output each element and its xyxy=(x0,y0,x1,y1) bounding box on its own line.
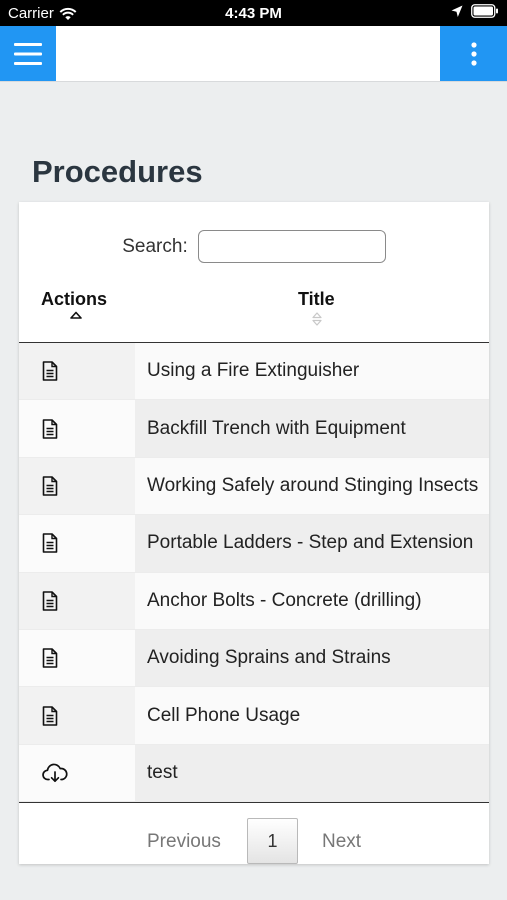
document-icon[interactable] xyxy=(42,705,58,726)
vertical-dots-icon xyxy=(470,41,477,66)
table-row[interactable]: Cell Phone Usage xyxy=(19,687,489,745)
menu-button[interactable] xyxy=(0,26,56,81)
action-cell[interactable] xyxy=(19,572,135,629)
action-cell[interactable] xyxy=(19,400,135,457)
action-cell[interactable] xyxy=(19,515,135,572)
next-page-button[interactable]: Next xyxy=(322,831,361,853)
document-icon[interactable] xyxy=(42,476,58,496)
status-right xyxy=(451,4,499,18)
action-cell[interactable] xyxy=(19,687,135,744)
procedure-title[interactable]: Using a Fire Extinguisher xyxy=(135,343,489,400)
document-icon[interactable] xyxy=(42,648,58,668)
search-label: Search: xyxy=(122,235,188,257)
sort-ascending-icon[interactable] xyxy=(70,311,82,319)
pagination: Previous 1 Next xyxy=(19,818,489,864)
table-row[interactable]: test xyxy=(19,744,489,803)
column-header-title[interactable]: Title xyxy=(298,289,335,310)
page-number-button[interactable]: 1 xyxy=(247,818,298,864)
table-footer-divider xyxy=(19,802,489,803)
document-icon[interactable] xyxy=(42,533,58,554)
procedure-title[interactable]: Anchor Bolts - Concrete (drilling) xyxy=(135,572,489,629)
table-row[interactable]: Using a Fire Extinguisher xyxy=(19,343,489,401)
table-row[interactable]: Avoiding Sprains and Strains xyxy=(19,629,489,688)
table-row[interactable]: Anchor Bolts - Concrete (drilling) xyxy=(19,572,489,630)
action-cell[interactable] xyxy=(19,343,135,400)
procedure-title[interactable]: Portable Ladders - Step and Extension xyxy=(135,515,489,572)
search-input[interactable] xyxy=(197,230,386,263)
status-time: 4:43 PM xyxy=(225,5,282,22)
status-bar: Carrier 4:43 PM xyxy=(0,0,507,26)
nav-bar xyxy=(0,26,507,82)
previous-page-button[interactable]: Previous xyxy=(147,831,221,853)
procedures-card: Search: Actions Title Using a Fire Extin… xyxy=(19,202,489,864)
location-arrow-icon xyxy=(451,5,463,17)
hamburger-menu-icon xyxy=(14,42,42,65)
table-body: Using a Fire Extinguisher Backfill Trenc… xyxy=(19,343,489,803)
table-row[interactable]: Portable Ladders - Step and Extension xyxy=(19,515,489,573)
column-header-actions[interactable]: Actions xyxy=(41,289,107,310)
procedure-title[interactable]: Cell Phone Usage xyxy=(135,687,489,744)
procedure-title[interactable]: test xyxy=(135,744,489,802)
action-cell[interactable] xyxy=(19,629,135,687)
table-header: Actions Title xyxy=(19,284,489,344)
table-row[interactable]: Working Safely around Stinging Insects xyxy=(19,457,489,516)
battery-icon xyxy=(471,4,498,18)
procedure-title[interactable]: Working Safely around Stinging Insects xyxy=(135,457,489,515)
document-icon[interactable] xyxy=(42,361,58,381)
more-options-button[interactable] xyxy=(440,26,507,81)
action-cell[interactable] xyxy=(19,744,135,802)
table-row[interactable]: Backfill Trench with Equipment xyxy=(19,400,489,458)
page-title: Procedures xyxy=(32,154,203,189)
sort-both-icon[interactable] xyxy=(311,311,323,327)
search-row: Search: xyxy=(19,230,489,263)
procedure-title[interactable]: Backfill Trench with Equipment xyxy=(135,400,489,457)
document-icon[interactable] xyxy=(42,418,58,439)
document-icon[interactable] xyxy=(42,590,58,611)
action-cell[interactable] xyxy=(19,457,135,515)
procedure-title[interactable]: Avoiding Sprains and Strains xyxy=(135,629,489,687)
cloud-download-icon[interactable] xyxy=(42,763,68,783)
